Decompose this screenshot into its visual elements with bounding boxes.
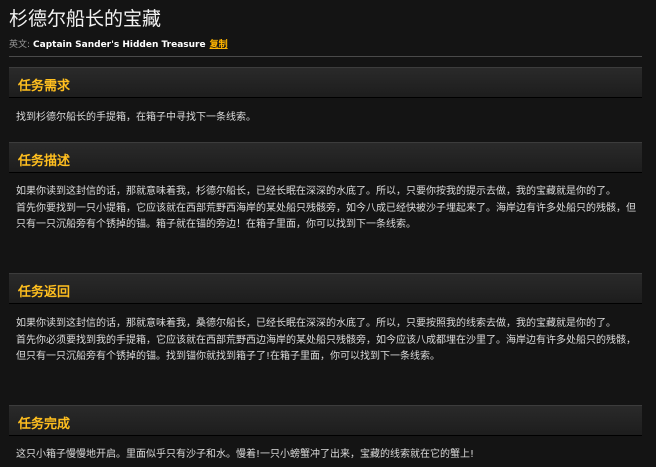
- return-text: 如果你读到这封信的话，那就意味着我，桑德尔船长，已经长眠在深深的水底了。所以，只…: [16, 316, 636, 366]
- return-paragraph-1: 如果你读到这封信的话，那就意味着我，桑德尔船长，已经长眠在深深的水底了。所以，只…: [16, 318, 616, 329]
- return-paragraph-2: 首先你必须要找到我的手提箱，它应该就在西部荒野西边海岸的某处船只残骸旁，如今应该…: [16, 334, 636, 363]
- complete-paragraph: 这只小箱子慢慢地开启。里面似乎只有沙子和水。慢着!一只小螃蟹冲了出来，宝藏的线索…: [16, 449, 475, 460]
- page-title: 杉德尔船长的宝藏: [9, 8, 162, 30]
- complete-text: 这只小箱子慢慢地开启。里面似乎只有沙子和水。慢着!一只小螃蟹冲了出来，宝藏的线索…: [16, 447, 636, 464]
- description-paragraph-2: 首先你要找到一只小提箱，它应该就在西部荒野西海岸的某处船只残骸旁，如今八成已经快…: [16, 202, 636, 231]
- english-name-line: 英文: Captain Sander's Hidden Treasure 复制: [9, 37, 228, 50]
- english-quest-name: Captain Sander's Hidden Treasure: [33, 40, 206, 50]
- return-header: 任务返回: [9, 273, 642, 304]
- requirement-heading: 任务需求: [18, 79, 71, 94]
- complete-heading: 任务完成: [18, 417, 71, 432]
- requirement-header: 任务需求: [9, 67, 642, 98]
- description-paragraph-1: 如果你读到这封信的话，那就意味着我，杉德尔船长，已经长眠在深深的水底了。所以，只…: [16, 186, 616, 197]
- description-header: 任务描述: [9, 142, 642, 173]
- requirement-text: 找到杉德尔船长的手提箱，在箱子中寻找下一条线索。: [16, 110, 636, 127]
- requirement-paragraph: 找到杉德尔船长的手提箱，在箱子中寻找下一条线索。: [16, 112, 256, 123]
- complete-header: 任务完成: [9, 405, 642, 436]
- title-divider: [9, 56, 642, 57]
- english-label: 英文:: [9, 40, 31, 50]
- description-heading: 任务描述: [18, 154, 71, 169]
- return-heading: 任务返回: [18, 285, 71, 300]
- copy-link[interactable]: 复制: [210, 40, 228, 50]
- description-text: 如果你读到这封信的话，那就意味着我，杉德尔船长，已经长眠在深深的水底了。所以，只…: [16, 184, 636, 234]
